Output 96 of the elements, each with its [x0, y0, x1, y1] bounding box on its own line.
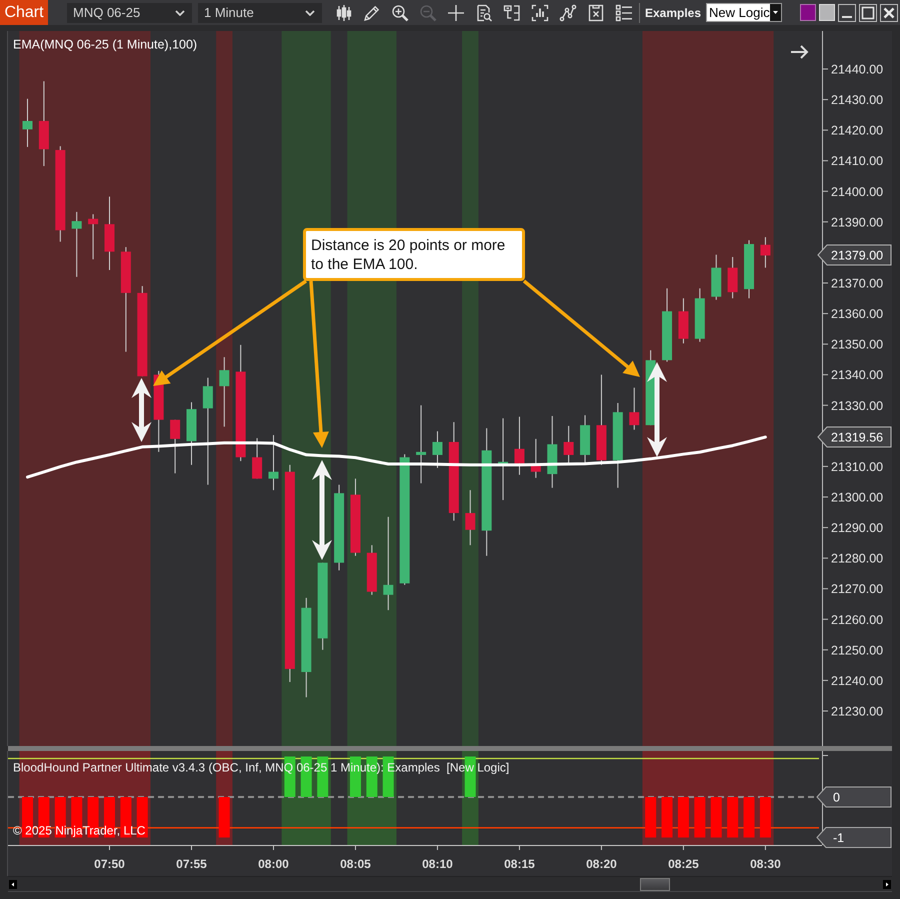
- price-label: 21400.00: [831, 184, 884, 199]
- price-label: 21260.00: [831, 612, 884, 627]
- price-label: 21230.00: [831, 704, 884, 718]
- candle: [252, 438, 262, 480]
- price-tag: 21379.00: [817, 244, 892, 266]
- candle: [366, 544, 377, 596]
- price-label: 21290.00: [831, 521, 884, 536]
- candle: [760, 236, 770, 268]
- double-arrow: [132, 378, 152, 442]
- scroll-left-icon[interactable]: [9, 880, 17, 888]
- price-label: 21300.00: [831, 490, 884, 504]
- bar-chart-icon[interactable]: [531, 4, 549, 22]
- close-icon[interactable]: [880, 4, 898, 22]
- signal-bar: [727, 797, 738, 838]
- minimize-icon[interactable]: [838, 4, 856, 22]
- clipboard-icon[interactable]: [587, 4, 605, 22]
- candle: [744, 240, 754, 299]
- time-label: 08:10: [422, 857, 453, 871]
- chart-tab[interactable]: Chart: [0, 0, 48, 25]
- price-label: 21240.00: [831, 674, 884, 688]
- time-label: 08:25: [668, 857, 699, 871]
- candle: [678, 298, 688, 344]
- candle: [72, 211, 82, 278]
- line-nodes-icon[interactable]: [559, 4, 577, 22]
- time-label: 08:15: [504, 857, 535, 871]
- zoom-in-icon[interactable]: [391, 4, 409, 22]
- pencil-icon[interactable]: [363, 4, 381, 22]
- signal-bar: [710, 797, 722, 838]
- interval-dropdown[interactable]: 1 Minute: [198, 2, 322, 22]
- candle: [694, 288, 705, 342]
- signal-bar: [694, 797, 706, 838]
- strategy-label: Examples: [645, 6, 702, 20]
- candle: [530, 438, 541, 478]
- chevron-down-icon: [175, 10, 185, 16]
- price-label: 21430.00: [831, 93, 884, 108]
- candle: [465, 490, 476, 546]
- candle: [219, 356, 230, 428]
- maximize-icon[interactable]: [859, 4, 877, 22]
- signal-bar: [662, 797, 673, 838]
- callout-box: Distance is 20 points or more to the EMA 100.: [303, 228, 525, 281]
- time-label: 07:50: [94, 857, 125, 871]
- candle: [432, 430, 442, 468]
- candle: [711, 254, 722, 300]
- price-label: 21310.00: [831, 460, 884, 474]
- value-tag: -1: [816, 827, 892, 848]
- crosshair-icon[interactable]: [447, 4, 465, 22]
- chevron-down-icon: [305, 10, 315, 16]
- time-label: 07:55: [176, 857, 207, 871]
- signal-bar: [744, 797, 755, 838]
- price-label: 21280.00: [831, 552, 884, 566]
- candle: [170, 419, 180, 474]
- candle: [186, 402, 196, 466]
- candlestick-icon[interactable]: [335, 4, 353, 22]
- list-icon[interactable]: [615, 4, 633, 22]
- indicator-label: EMA(MNQ 06-25 (1 Minute),100): [13, 38, 198, 52]
- instrument-dropdown[interactable]: MNQ 06-25: [67, 2, 192, 22]
- candle: [728, 256, 738, 299]
- y-tick-label: -1: [833, 831, 844, 846]
- price-label: 21440.00: [831, 62, 884, 76]
- price-label: 21390.00: [831, 215, 884, 230]
- signal-bar: [218, 797, 230, 838]
- price-label: 21270.00: [831, 582, 884, 596]
- scrollbar[interactable]: [8, 876, 892, 892]
- price-label: 21350.00: [831, 338, 884, 352]
- signal-bar: [645, 797, 656, 838]
- arrow-right-icon[interactable]: [790, 45, 808, 59]
- time-label: 08:00: [258, 857, 289, 871]
- candle: [514, 416, 524, 476]
- price-label: 21360.00: [831, 307, 884, 322]
- price-label: 21330.00: [831, 398, 884, 413]
- price-tag: 21319.56: [817, 426, 892, 448]
- price-label: 21410.00: [831, 154, 884, 168]
- caret-icon: [770, 4, 782, 21]
- price-label: 21340.00: [831, 368, 884, 382]
- time-label: 08:20: [586, 857, 617, 871]
- document-search-icon[interactable]: [475, 4, 493, 22]
- price-label: 21420.00: [831, 124, 884, 138]
- data-box-icon[interactable]: [503, 4, 521, 22]
- signal-bar: [678, 797, 689, 838]
- price-label: 21370.00: [831, 276, 884, 290]
- value-tag: 0: [816, 786, 892, 808]
- candle: [88, 214, 98, 260]
- price-label: 21250.00: [831, 643, 884, 658]
- scrollbar-thumb[interactable]: [640, 878, 670, 890]
- y-tick-label: 0: [833, 790, 840, 805]
- swatch-icon[interactable]: [800, 4, 816, 21]
- time-label: 08:30: [750, 857, 781, 871]
- candle: [22, 98, 33, 148]
- time-label: 08:05: [340, 857, 371, 871]
- candle: [580, 414, 590, 464]
- signal-bar: [760, 797, 771, 838]
- candle: [629, 387, 640, 430]
- candle: [268, 434, 278, 491]
- strategy-dropdown[interactable]: New Logic: [706, 3, 782, 22]
- candle: [564, 425, 574, 466]
- scroll-right-icon[interactable]: [883, 880, 891, 888]
